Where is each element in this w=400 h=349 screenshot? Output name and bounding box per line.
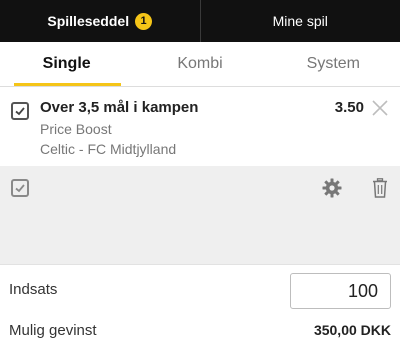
stake-label: Indsats xyxy=(9,281,58,298)
top-tabs: Spilleseddel 1 Mine spil xyxy=(0,0,400,42)
tab-system[interactable]: System xyxy=(267,42,400,86)
gear-icon[interactable] xyxy=(322,178,342,198)
tab-spilleseddel[interactable]: Spilleseddel 1 xyxy=(0,0,200,42)
tab-spilleseddel-label: Spilleseddel xyxy=(47,13,130,29)
tab-single[interactable]: Single xyxy=(0,42,133,86)
tab-mine-spil-label: Mine spil xyxy=(272,13,328,29)
bet-selection: Over 3,5 mål i kampen Price Boost Celtic… xyxy=(0,88,400,166)
market-name: Price Boost xyxy=(40,121,112,137)
bet-type-tabs: Single Kombi System xyxy=(0,42,400,87)
potential-win-value: 350,00 DKK xyxy=(313,322,391,338)
bet-checkbox[interactable] xyxy=(11,102,29,120)
stake-input[interactable] xyxy=(290,273,391,309)
trash-icon[interactable] xyxy=(372,178,388,198)
checkmark-icon xyxy=(15,107,25,116)
potential-win-label: Mulig gevinst xyxy=(9,322,97,339)
close-icon[interactable] xyxy=(371,99,389,117)
match-name: Celtic - FC Midtjylland xyxy=(40,141,177,157)
options-checkbox[interactable] xyxy=(11,179,29,197)
checkmark-icon xyxy=(15,184,25,193)
tab-kombi[interactable]: Kombi xyxy=(133,42,266,86)
odds-value: 3.50 xyxy=(334,99,364,116)
potential-win-row: Mulig gevinst 350,00 DKK xyxy=(0,316,400,349)
selection-name: Over 3,5 mål i kampen xyxy=(40,99,199,116)
bet-count-badge: 1 xyxy=(135,12,153,30)
stake-row: Indsats xyxy=(0,264,400,316)
tab-mine-spil[interactable]: Mine spil xyxy=(201,0,400,42)
